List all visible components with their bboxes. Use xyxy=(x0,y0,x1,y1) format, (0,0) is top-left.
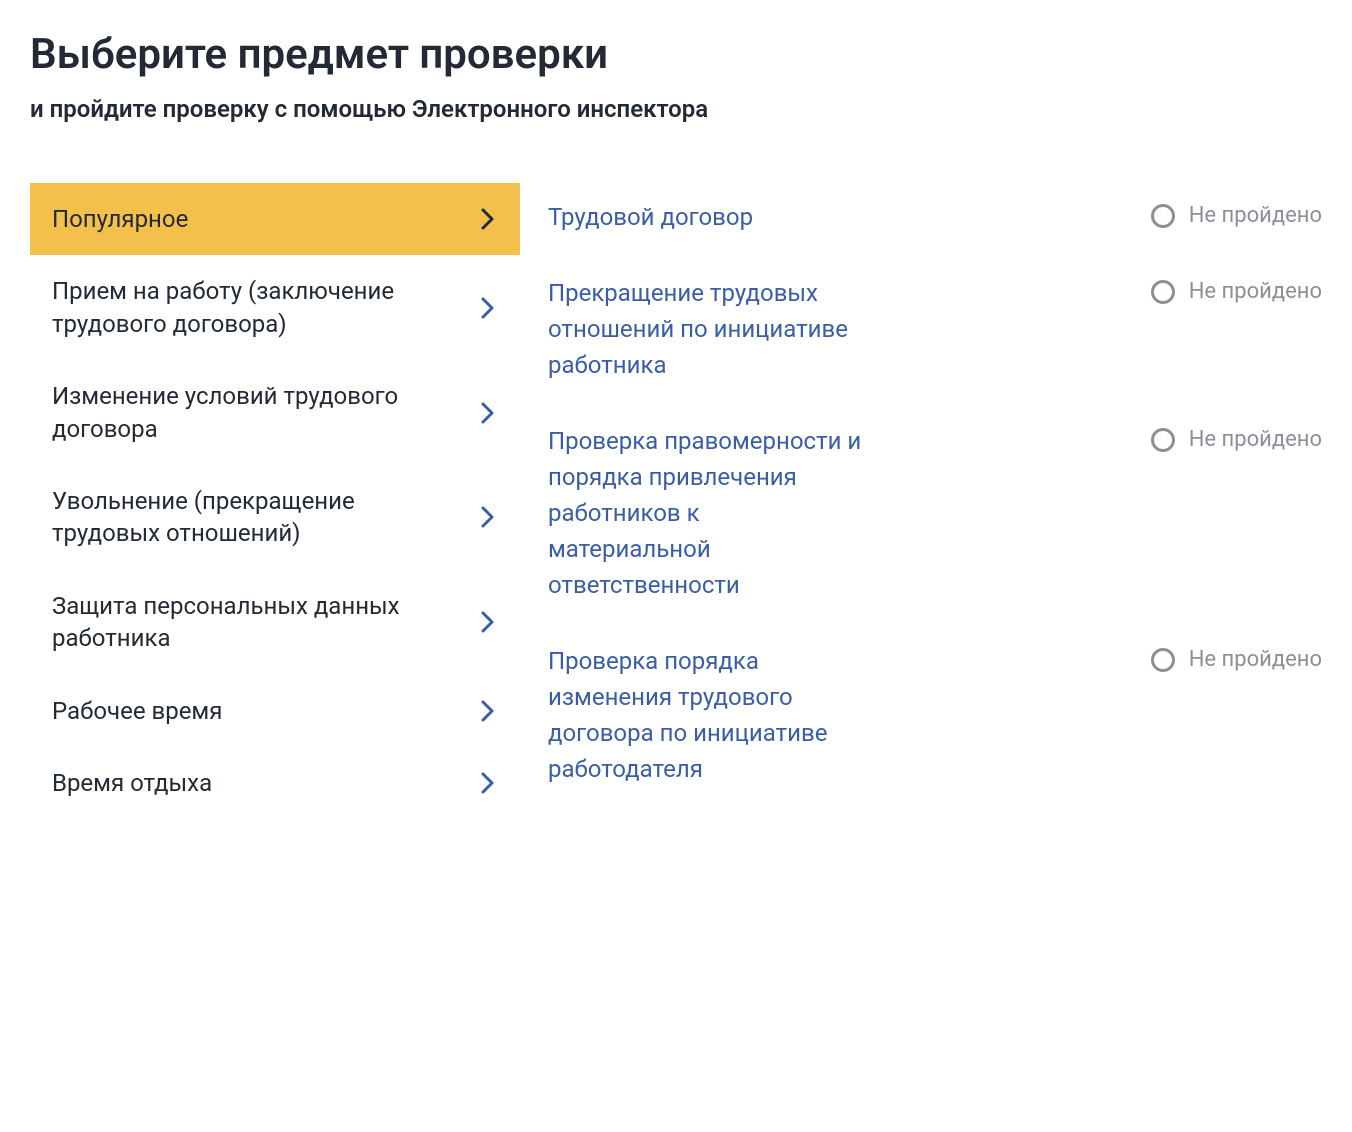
topic-row: Трудовой договор Не пройдено xyxy=(548,183,1322,259)
category-item-personal-data[interactable]: Защита персональных данных работника xyxy=(30,570,520,675)
status-circle-icon xyxy=(1151,280,1175,304)
status-circle-icon xyxy=(1151,648,1175,672)
status-text: Не пройдено xyxy=(1189,427,1322,452)
chevron-right-icon xyxy=(478,208,498,230)
category-item-dismissal[interactable]: Увольнение (прекращение трудовых отношен… xyxy=(30,465,520,570)
topic-row: Проверка правомерности и порядка привлеч… xyxy=(548,407,1322,627)
topic-status: Не пройдено xyxy=(1151,643,1322,672)
category-label: Увольнение (прекращение трудовых отношен… xyxy=(52,485,478,550)
topic-link-termination-employee[interactable]: Прекращение трудовых отношений по инициа… xyxy=(548,275,868,383)
topic-link-labor-contract[interactable]: Трудовой договор xyxy=(548,199,868,235)
topic-link-liability-check[interactable]: Проверка правомерности и порядка привлеч… xyxy=(548,423,868,603)
category-item-popular[interactable]: Популярное xyxy=(30,183,520,255)
topic-row: Проверка порядка изменения трудового дог… xyxy=(548,627,1322,811)
status-circle-icon xyxy=(1151,428,1175,452)
page-subtitle: и пройдите проверку с помощью Электронно… xyxy=(30,95,1322,123)
category-item-work-time[interactable]: Рабочее время xyxy=(30,675,520,747)
category-item-contract-change[interactable]: Изменение условий трудового договора xyxy=(30,360,520,465)
category-item-hiring[interactable]: Прием на работу (заключение трудового до… xyxy=(30,255,520,360)
category-label: Рабочее время xyxy=(52,695,478,727)
chevron-right-icon xyxy=(478,611,498,633)
category-label: Время отдыха xyxy=(52,767,478,799)
status-text: Не пройдено xyxy=(1189,279,1322,304)
category-label: Прием на работу (заключение трудового до… xyxy=(52,275,478,340)
status-circle-icon xyxy=(1151,204,1175,228)
chevron-right-icon xyxy=(478,700,498,722)
topic-status: Не пройдено xyxy=(1151,199,1322,228)
status-text: Не пройдено xyxy=(1189,203,1322,228)
topic-list: Трудовой договор Не пройдено Прекращение… xyxy=(548,183,1322,819)
chevron-right-icon xyxy=(478,402,498,424)
page-title: Выберите предмет проверки xyxy=(30,30,1322,79)
chevron-right-icon xyxy=(478,297,498,319)
topic-row: Прекращение трудовых отношений по инициа… xyxy=(548,259,1322,407)
category-label: Изменение условий трудового договора xyxy=(52,380,478,445)
topic-link-contract-change-employer[interactable]: Проверка порядка изменения трудового дог… xyxy=(548,643,868,787)
chevron-right-icon xyxy=(478,506,498,528)
category-label: Защита персональных данных работника xyxy=(52,590,478,655)
category-label: Популярное xyxy=(52,203,478,235)
topic-status: Не пройдено xyxy=(1151,275,1322,304)
chevron-right-icon xyxy=(478,772,498,794)
status-text: Не пройдено xyxy=(1189,647,1322,672)
content-columns: Популярное Прием на работу (заключение т… xyxy=(30,183,1322,819)
category-list: Популярное Прием на работу (заключение т… xyxy=(30,183,520,819)
topic-status: Не пройдено xyxy=(1151,423,1322,452)
category-item-rest-time[interactable]: Время отдыха xyxy=(30,747,520,819)
